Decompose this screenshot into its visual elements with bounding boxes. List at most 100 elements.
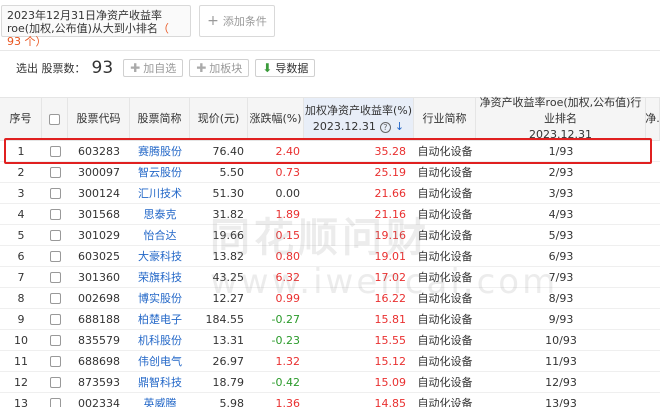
- table-row[interactable]: 6 603025 大豪科技 13.82 0.80 19.01 自动化设备 6/93: [0, 246, 660, 267]
- col-roe[interactable]: 加权净资产收益率(%) 2023.12.31? ↓: [304, 98, 414, 140]
- stock-roe: 16.22: [374, 291, 407, 305]
- stock-code[interactable]: 873593: [68, 372, 130, 392]
- checkbox[interactable]: [49, 166, 61, 178]
- stock-name-link[interactable]: 赛腾股份: [130, 141, 190, 161]
- stock-name-link[interactable]: 荣旗科技: [130, 267, 190, 287]
- col-code[interactable]: 股票代码: [68, 98, 130, 140]
- checkbox[interactable]: [49, 250, 61, 262]
- col-price[interactable]: 现价(元): [190, 98, 248, 140]
- row-checkbox[interactable]: [42, 183, 68, 203]
- table-row[interactable]: 4 301568 思泰克 31.82 1.89 21.16 自动化设备 4/93: [0, 204, 660, 225]
- row-checkbox[interactable]: [42, 393, 68, 407]
- row-index: 12: [14, 375, 28, 389]
- table-row[interactable]: 12 873593 鼎智科技 18.79 -0.42 15.09 自动化设备 12/93: [0, 372, 660, 393]
- stock-roe: 19.16: [374, 228, 407, 242]
- export-data-button[interactable]: ⬇ 导数据: [255, 58, 316, 77]
- stock-code[interactable]: 300097: [68, 162, 130, 182]
- col-change[interactable]: 涨跌幅(%): [248, 98, 304, 140]
- table-row[interactable]: 10 835579 机科股份 13.31 -0.23 15.55 自动化设备 10/93: [0, 330, 660, 351]
- add-watchlist-button[interactable]: ✚ 加自选: [123, 58, 184, 77]
- table-row[interactable]: 7 301360 荣旗科技 43.25 6.32 17.02 自动化设备 7/93: [0, 267, 660, 288]
- checkbox[interactable]: [49, 187, 61, 199]
- stock-price: 26.97: [212, 354, 245, 368]
- row-more: [646, 330, 660, 350]
- stock-name-link[interactable]: 机科股份: [130, 330, 190, 350]
- table-row[interactable]: 2 300097 智云股份 5.50 0.73 25.19 自动化设备 2/93: [0, 162, 660, 183]
- stock-name-link[interactable]: 怡合达: [130, 225, 190, 245]
- row-checkbox[interactable]: [42, 309, 68, 329]
- row-more: [646, 183, 660, 203]
- stock-code[interactable]: 835579: [68, 330, 130, 350]
- stock-price: 184.55: [205, 312, 245, 326]
- row-more: [646, 372, 660, 392]
- table-row[interactable]: 1 603283 赛腾股份 76.40 2.40 35.28 自动化设备 1/93: [0, 141, 660, 162]
- stock-code[interactable]: 688188: [68, 309, 130, 329]
- row-checkbox[interactable]: [42, 267, 68, 287]
- table-row[interactable]: 8 002698 博实股份 12.27 0.99 16.22 自动化设备 8/93: [0, 288, 660, 309]
- table-row[interactable]: 9 688188 柏楚电子 184.55 -0.27 15.81 自动化设备 9/93: [0, 309, 660, 330]
- row-checkbox[interactable]: [42, 246, 68, 266]
- row-checkbox[interactable]: [42, 330, 68, 350]
- stock-name-link[interactable]: 博实股份: [130, 288, 190, 308]
- col-rank[interactable]: 净资产收益率roe(加权,公布值)行业排名 2023.12.31: [476, 96, 646, 141]
- stock-name-link[interactable]: 思泰克: [130, 204, 190, 224]
- add-condition-button[interactable]: + 添加条件: [199, 5, 275, 37]
- stock-name-link[interactable]: 智云股份: [130, 162, 190, 182]
- row-checkbox[interactable]: [42, 351, 68, 371]
- stock-name-link[interactable]: 英威腾: [130, 393, 190, 407]
- checkbox[interactable]: [49, 355, 61, 367]
- table-row[interactable]: 11 688698 伟创电气 26.97 1.32 15.12 自动化设备 11/93: [0, 351, 660, 372]
- stock-code[interactable]: 002698: [68, 288, 130, 308]
- col-industry[interactable]: 行业简称: [414, 98, 476, 140]
- stock-code[interactable]: 603025: [68, 246, 130, 266]
- stock-price: 76.40: [212, 144, 245, 158]
- stock-name-link[interactable]: 大豪科技: [130, 246, 190, 266]
- checkbox[interactable]: [49, 145, 61, 157]
- checkbox[interactable]: [49, 313, 61, 325]
- row-checkbox[interactable]: [42, 204, 68, 224]
- row-more: [646, 204, 660, 224]
- stock-code[interactable]: 002334: [68, 393, 130, 407]
- col-select-all[interactable]: [42, 98, 68, 140]
- checkbox[interactable]: [49, 292, 61, 304]
- add-condition-label: 添加条件: [222, 15, 267, 28]
- add-sector-label: 加板块: [209, 61, 243, 75]
- table-row[interactable]: 13 002334 英威腾 5.98 1.36 14.85 自动化设备 13/93: [0, 393, 660, 407]
- stock-price: 5.50: [219, 165, 245, 179]
- add-sector-button[interactable]: ✚ 加板块: [189, 58, 250, 77]
- stock-name-link[interactable]: 伟创电气: [130, 351, 190, 371]
- checkbox[interactable]: [49, 208, 61, 220]
- row-checkbox[interactable]: [42, 372, 68, 392]
- stock-code[interactable]: 603283: [68, 141, 130, 161]
- plus-icon: +: [207, 13, 219, 29]
- question-circle-icon[interactable]: ?: [379, 121, 391, 133]
- checkbox[interactable]: [49, 271, 61, 283]
- checkbox[interactable]: [49, 334, 61, 346]
- stock-name-link[interactable]: 鼎智科技: [130, 372, 190, 392]
- row-index: 9: [17, 312, 25, 326]
- stock-code[interactable]: 300124: [68, 183, 130, 203]
- stock-roe: 19.01: [374, 249, 407, 263]
- row-checkbox[interactable]: [42, 288, 68, 308]
- row-checkbox[interactable]: [42, 225, 68, 245]
- stock-name-link[interactable]: 柏楚电子: [130, 309, 190, 329]
- checkbox[interactable]: [49, 397, 61, 407]
- table-row[interactable]: 5 301029 怡合达 19.66 0.15 19.16 自动化设备 5/93: [0, 225, 660, 246]
- stock-rank: 11/93: [545, 354, 577, 368]
- row-checkbox[interactable]: [42, 141, 68, 161]
- sort-desc-icon[interactable]: ↓: [395, 119, 404, 135]
- col-name[interactable]: 股票简称: [130, 98, 190, 140]
- stock-code[interactable]: 688698: [68, 351, 130, 371]
- row-checkbox[interactable]: [42, 162, 68, 182]
- condition-chip[interactable]: 2023年12月31日净资产收益率roe(加权,公布值)从大到小排名（ 93 个…: [1, 5, 191, 48]
- stock-code[interactable]: 301360: [68, 267, 130, 287]
- stock-name-link[interactable]: 汇川技术: [130, 183, 190, 203]
- stock-code[interactable]: 301029: [68, 225, 130, 245]
- checkbox[interactable]: [49, 229, 61, 241]
- stock-code[interactable]: 301568: [68, 204, 130, 224]
- table-row[interactable]: 3 300124 汇川技术 51.30 0.00 21.66 自动化设备 3/93: [0, 183, 660, 204]
- col-more[interactable]: 净.: [645, 98, 660, 140]
- stock-roe: 15.12: [374, 354, 407, 368]
- select-all-checkbox[interactable]: [49, 113, 60, 125]
- checkbox[interactable]: [49, 376, 61, 388]
